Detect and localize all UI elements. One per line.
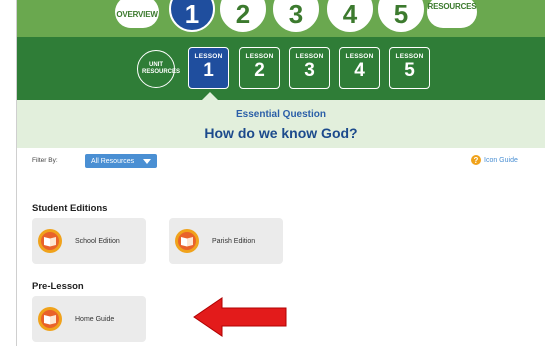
chevron-down-icon: [143, 159, 151, 164]
nav-unit-5[interactable]: 5: [378, 0, 424, 32]
filter-dropdown[interactable]: All Resources: [85, 154, 157, 168]
nav-unit-1[interactable]: 1: [169, 0, 215, 32]
section-title-pre-lesson: Pre-Lesson: [32, 281, 84, 292]
question-icon: ?: [471, 155, 481, 165]
lesson-1-button[interactable]: LESSON 1: [188, 47, 229, 89]
nav-unit-2-number: 2: [235, 0, 251, 29]
nav-unit-2[interactable]: 2: [220, 0, 266, 32]
section-title-student-editions: Student Editions: [32, 203, 108, 214]
icon-guide-label: Icon Guide: [484, 156, 518, 164]
essential-question-banner: Essential Question How do we know God?: [17, 100, 545, 148]
red-arrow-icon: [193, 297, 287, 337]
resource-card-parish-edition[interactable]: Parish Edition: [169, 218, 283, 264]
lesson-bar: UNIT RESOURCES LESSON 1 LESSON 2 LESSON …: [17, 37, 545, 100]
nav-unit-3-number: 3: [288, 0, 304, 29]
resource-card-label: Home Guide: [75, 315, 115, 323]
nav-unit-4[interactable]: 4: [327, 0, 373, 32]
open-book-icon: [38, 307, 62, 331]
lesson-1-number: 1: [203, 60, 214, 81]
nav-unit-4-number: 4: [342, 0, 358, 29]
lesson-5-button[interactable]: LESSON 5: [389, 47, 430, 89]
essential-question-label: Essential Question: [235, 109, 327, 120]
lesson-2-button[interactable]: LESSON 2: [239, 47, 280, 89]
nav-unit-5-number: 5: [393, 0, 409, 29]
active-lesson-pointer: [202, 92, 218, 100]
resource-card-label: School Edition: [75, 237, 120, 245]
filter-selected-value: All Resources: [91, 157, 135, 165]
resource-card-home-guide[interactable]: Home Guide: [32, 296, 146, 342]
lesson-5-number: 5: [404, 60, 415, 81]
filter-label: Filter By:: [32, 157, 58, 164]
nav-overview-label: OVERVIEW: [116, 10, 158, 19]
unit-top-nav: OVERVIEW 1 2 3 4 5 RESOURCES: [17, 0, 545, 37]
lesson-4-label: LESSON: [345, 53, 374, 60]
app-frame: OVERVIEW 1 2 3 4 5 RESOURCES UNIT RESOUR…: [16, 0, 545, 346]
nav-unit-1-number: 1: [184, 0, 200, 29]
resource-card-school-edition[interactable]: School Edition: [32, 218, 146, 264]
lesson-1-label: LESSON: [194, 53, 223, 60]
open-book-icon: [175, 229, 199, 253]
lesson-2-label: LESSON: [245, 53, 274, 60]
lesson-2-number: 2: [254, 60, 265, 81]
nav-resources-label: RESOURCES: [427, 2, 477, 11]
nav-overview[interactable]: OVERVIEW: [115, 0, 159, 28]
lesson-4-number: 4: [354, 60, 365, 81]
unit-resources-button[interactable]: UNIT RESOURCES: [137, 50, 181, 88]
nav-resources[interactable]: RESOURCES: [427, 0, 477, 28]
lesson-3-label: LESSON: [295, 53, 324, 60]
resource-card-label: Parish Edition: [212, 237, 256, 245]
lesson-4-button[interactable]: LESSON 4: [339, 47, 380, 89]
lesson-3-number: 3: [304, 60, 315, 81]
nav-unit-3[interactable]: 3: [273, 0, 319, 32]
icon-guide-link[interactable]: ? Icon Guide: [471, 155, 518, 165]
essential-question-text: How do we know God?: [204, 125, 358, 141]
lesson-5-label: LESSON: [395, 53, 424, 60]
lesson-3-button[interactable]: LESSON 3: [289, 47, 330, 89]
unit-resources-label: UNIT RESOURCES: [142, 62, 181, 75]
open-book-icon: [38, 229, 62, 253]
